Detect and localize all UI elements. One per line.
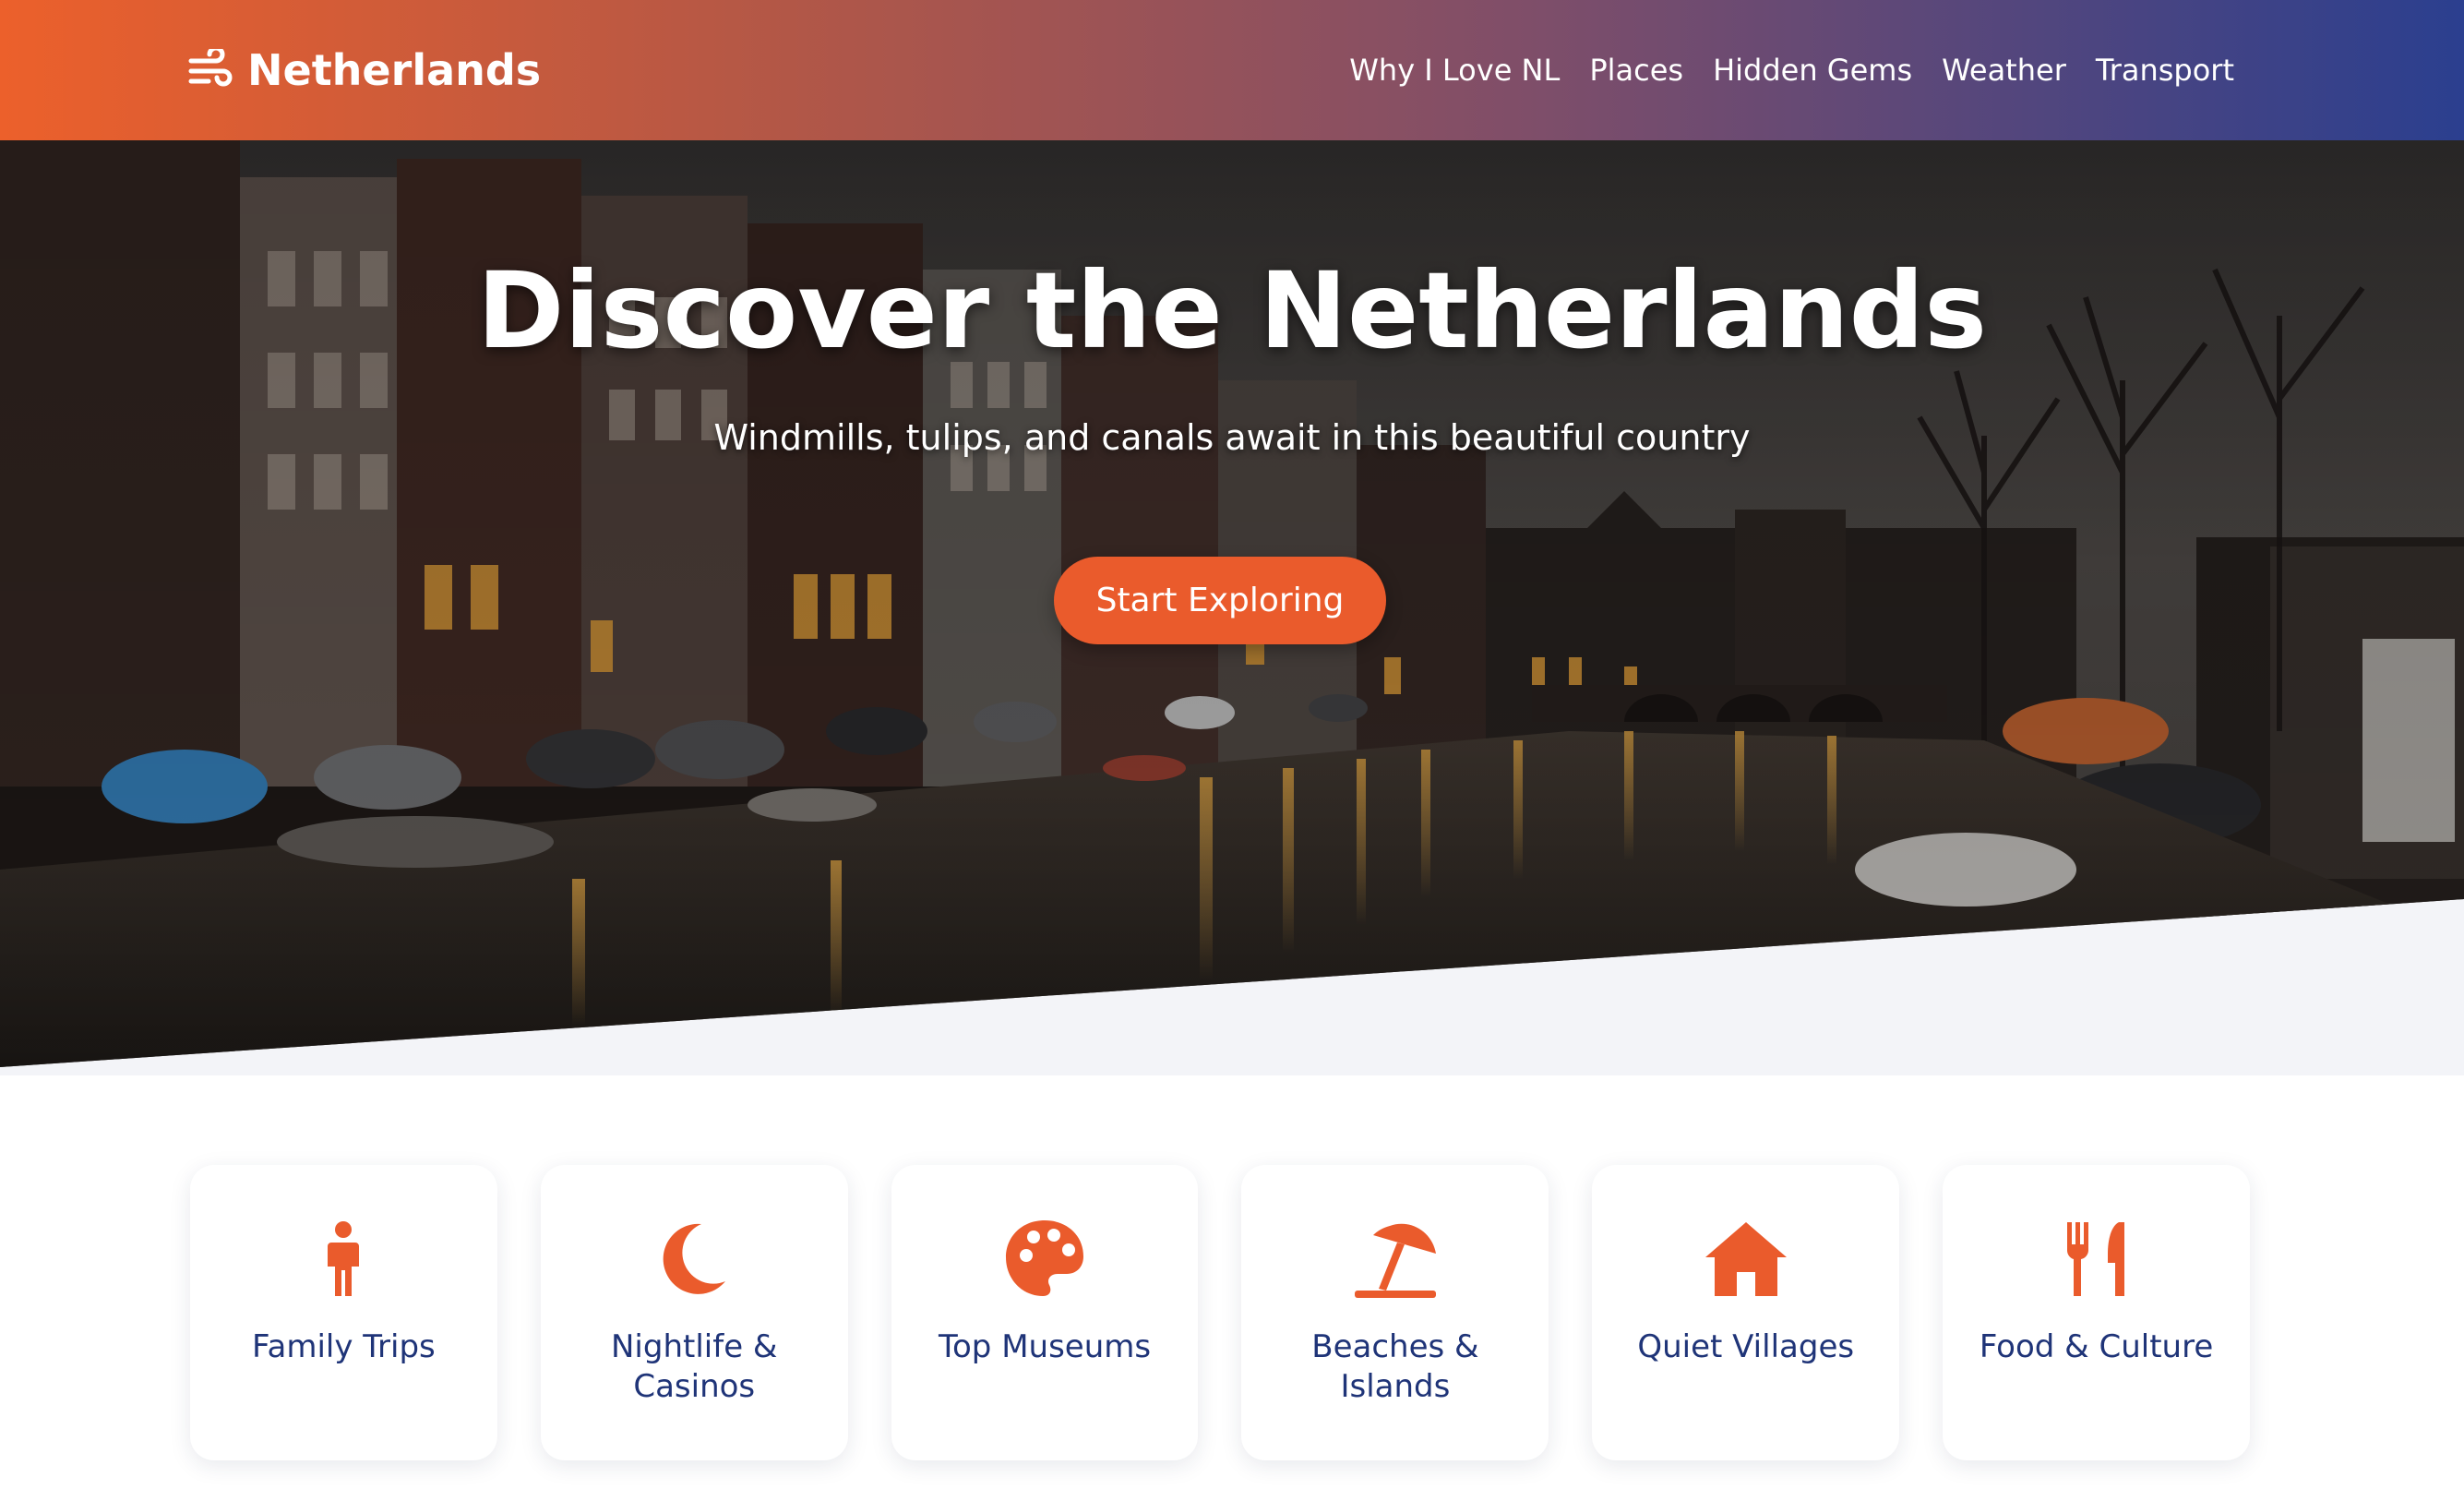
hero-subtitle: Windmills, tulips, and canals await in t… — [713, 417, 1751, 458]
house-icon — [1704, 1222, 1787, 1296]
hero-title: Discover the Netherlands — [476, 249, 1988, 372]
utensils-icon — [2066, 1222, 2124, 1296]
page: Netherlands Why I Love NL Places Hidden … — [0, 0, 2464, 1501]
category-label: Nightlife & Casinos — [611, 1328, 778, 1405]
nav-link-why-i-love-nl[interactable]: Why I Love NL — [1349, 53, 1560, 88]
category-label: Family Trips — [252, 1328, 436, 1365]
category-label: Beaches & Islands — [1311, 1328, 1479, 1405]
category-card-family-trips[interactable]: Family Trips — [190, 1165, 497, 1460]
start-exploring-button[interactable]: Start Exploring — [1054, 557, 1386, 644]
brand-logo-link[interactable]: Netherlands — [188, 45, 541, 95]
palette-icon — [1006, 1220, 1084, 1296]
category-label: Top Museums — [939, 1328, 1152, 1365]
site-header: Netherlands Why I Love NL Places Hidden … — [0, 0, 2464, 140]
moon-icon — [663, 1223, 726, 1294]
category-label: Food & Culture — [1979, 1328, 2214, 1365]
category-card-food-culture[interactable]: Food & Culture — [1943, 1165, 2250, 1460]
category-card-top-museums[interactable]: Top Museums — [891, 1165, 1199, 1460]
category-card-beaches-islands[interactable]: Beaches & Islands — [1241, 1165, 1549, 1460]
main-nav: Why I Love NL Places Hidden Gems Weather… — [1349, 53, 2234, 88]
category-label: Quiet Villages — [1637, 1328, 1855, 1365]
nav-link-weather[interactable]: Weather — [1942, 53, 2066, 88]
wind-icon — [188, 49, 233, 87]
category-cards: Family Trips Nightlife & Casinos Top Mus… — [190, 1165, 2250, 1460]
category-card-nightlife-casinos[interactable]: Nightlife & Casinos — [540, 1165, 848, 1460]
nav-link-hidden-gems[interactable]: Hidden Gems — [1713, 53, 1912, 88]
umbrella-beach-icon — [1354, 1223, 1436, 1298]
nav-link-transport[interactable]: Transport — [2096, 53, 2234, 88]
child-icon — [328, 1221, 360, 1296]
nav-link-places[interactable]: Places — [1589, 53, 1683, 88]
brand-name: Netherlands — [247, 45, 542, 95]
category-card-quiet-villages[interactable]: Quiet Villages — [1592, 1165, 1900, 1460]
